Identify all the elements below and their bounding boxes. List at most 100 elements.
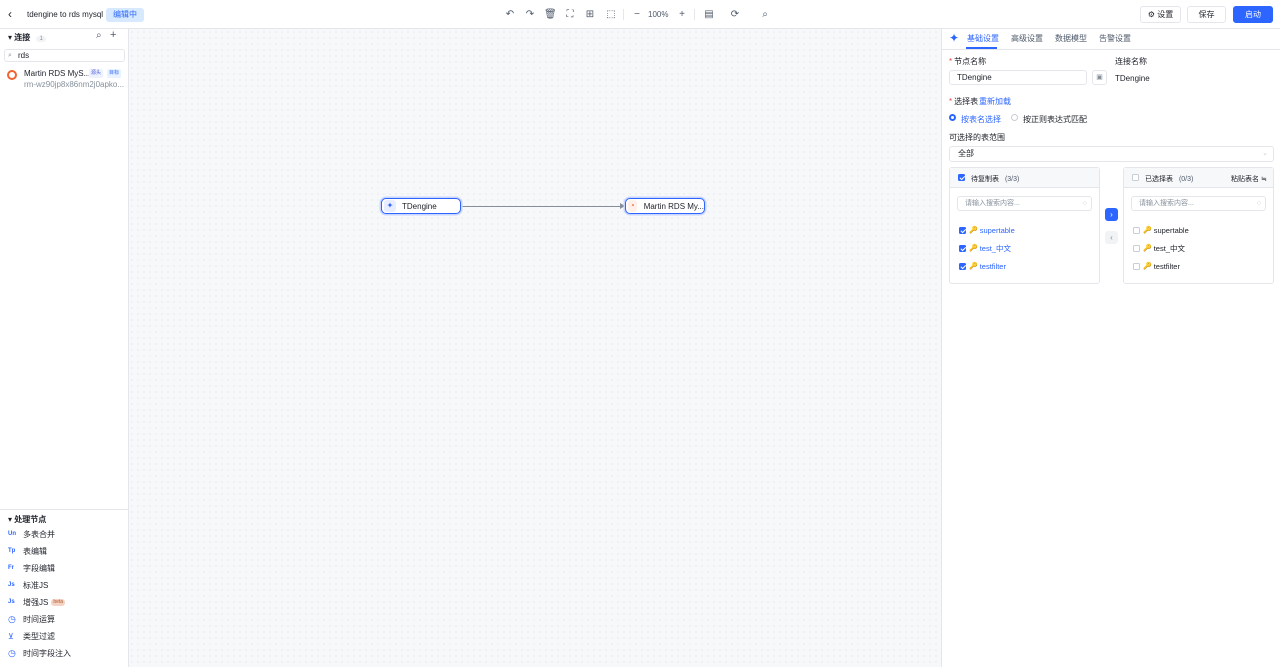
processing-item-time-calc[interactable]: ◷ 时间运算 [8, 612, 55, 626]
left-sidebar: ▾ 连接 1 ⌕ + ⌕ rds Martin RDS MyS... 源头 目标… [0, 29, 129, 667]
processing-item-time-field-inject[interactable]: ◷ 时间字段注入 [8, 646, 71, 660]
key-icon: 🔑 [969, 227, 978, 234]
radio-by-name-label[interactable]: 按表名选择 [961, 114, 1001, 125]
table-edit-icon: Tp [8, 548, 16, 554]
select-table-label-text: 选择表 [954, 97, 979, 106]
key-icon: 🔑 [969, 263, 978, 270]
top-toolbar: ‹ tdengine to rds mysql 编辑中 ↶ ↷ 🗑 ⛶ ⊞ ⬚ … [0, 0, 1280, 29]
table-range-select[interactable]: 全部 ⌄ [949, 146, 1274, 162]
tab-data-model[interactable]: 数据模型 [1055, 33, 1087, 44]
select-table-label: * 选择表 [949, 96, 978, 107]
redo-icon[interactable]: ↷ [524, 8, 536, 21]
table-row[interactable]: 🔑 test_中文 [959, 243, 1011, 253]
divider [694, 9, 695, 20]
connection-name: Martin RDS MyS... [24, 69, 91, 78]
connection-item[interactable]: Martin RDS MyS... 源头 目标 rm-wz90jp8x86nm2… [0, 65, 128, 91]
processing-item-table-edit[interactable]: Tp 表编辑 [8, 544, 47, 558]
radio-by-regex[interactable] [1011, 114, 1018, 121]
save-button[interactable]: 保存 [1187, 6, 1226, 23]
table-row[interactable]: 🔑 supertable [1133, 225, 1189, 235]
union-icon: Un [8, 531, 16, 537]
tab-basic[interactable]: 基础设置 [967, 33, 999, 44]
processing-item-label: 表编辑 [23, 546, 47, 556]
select-mode-icon[interactable]: ⬚ [605, 8, 617, 21]
chevron-left-icon[interactable]: ‹ [8, 8, 20, 21]
processing-header[interactable]: ▾ 处理节点 [8, 514, 46, 525]
node-name-input[interactable]: TDengine [949, 70, 1087, 85]
node-label: Martin RDS My... [643, 201, 704, 211]
filter-icon: ⊻ [8, 631, 14, 641]
list-count: (3/3) [1004, 176, 1020, 183]
zoom-out-icon[interactable]: − [631, 8, 643, 21]
processing-item-label: 字段编辑 [23, 563, 55, 573]
active-tab-indicator [966, 47, 997, 49]
zoom-in-icon[interactable]: + [676, 8, 688, 21]
copy-icon[interactable]: ▣ [1092, 70, 1107, 85]
processing-item-enhanced-js[interactable]: Js 增强JS beta [8, 595, 66, 609]
row-checkbox[interactable] [959, 244, 966, 252]
row-checkbox[interactable] [1133, 262, 1140, 270]
add-connection-icon[interactable]: + [110, 29, 116, 41]
divider [942, 49, 1280, 50]
table-row[interactable]: 🔑 testfilter [1133, 261, 1180, 271]
mysql-logo-icon: ◔ [628, 200, 637, 212]
paste-label: 粘贴表名 [1231, 176, 1259, 183]
selected-search-input[interactable]: 请输入搜索内容... ○ [1131, 196, 1266, 211]
settings-button[interactable]: ⚙ 设置 [1140, 6, 1181, 23]
target-node[interactable]: ◔ Martin RDS My... [625, 198, 705, 214]
row-checkbox[interactable] [1133, 244, 1140, 252]
undo-icon[interactable]: ↶ [504, 8, 516, 21]
divider [0, 509, 128, 510]
processing-title: 处理节点 [14, 515, 47, 524]
row-checkbox[interactable] [1133, 226, 1140, 234]
search-icon[interactable]: ⌕ [759, 8, 771, 21]
move-left-button[interactable]: ‹ [1105, 231, 1118, 244]
list-title: 待复制表 (3/3) [971, 174, 1019, 184]
delete-icon[interactable]: 🗑 [544, 8, 557, 21]
list-count: (0/3) [1178, 176, 1194, 183]
processing-item-label: 类型过滤 [23, 631, 55, 641]
reload-link[interactable]: 重新加载 [979, 96, 1011, 107]
processing-item-union[interactable]: Un 多表合并 [8, 527, 55, 541]
connection-search-input[interactable]: ⌕ rds [4, 49, 125, 62]
select-all-checkbox[interactable] [1132, 174, 1139, 181]
table-row[interactable]: 🔑 supertable [959, 225, 1015, 235]
paste-table-names-button[interactable]: 粘贴表名 ≒ [1231, 174, 1267, 184]
tab-advanced[interactable]: 高级设置 [1011, 33, 1043, 44]
source-tag: 源头 [89, 69, 104, 78]
radio-by-name[interactable] [949, 114, 956, 121]
caret-down-icon: ▾ [8, 515, 13, 524]
source-node[interactable]: ✦ TDengine [381, 198, 461, 214]
clipboard-icon[interactable]: ▤ [703, 8, 715, 21]
row-checkbox[interactable] [959, 226, 966, 234]
table-name: supertable [1153, 225, 1189, 235]
dag-canvas[interactable] [129, 29, 941, 667]
gear-icon: ⚙ [1147, 10, 1155, 19]
processing-item-standard-js[interactable]: Js 标准JS [8, 578, 48, 592]
auto-layout-icon[interactable]: ⊞ [584, 8, 596, 21]
connection-edge[interactable] [461, 206, 624, 207]
js-icon: Js [8, 599, 15, 605]
row-checkbox[interactable] [959, 262, 966, 270]
fit-view-icon[interactable]: ⛶ [564, 8, 576, 21]
key-icon: 🔑 [1143, 245, 1152, 252]
range-label: 可选择的表范围 [949, 133, 1005, 142]
refresh-icon[interactable]: ⟳ [729, 8, 741, 21]
source-search-input[interactable]: 请输入搜索内容... ○ [957, 196, 1092, 211]
zoom-level: 100% [648, 10, 669, 19]
task-name[interactable]: tdengine to rds mysql [27, 10, 103, 19]
processing-item-type-filter[interactable]: ⊻ 类型过滤 [8, 629, 55, 643]
connections-header[interactable]: ▾ 连接 1 [8, 32, 46, 43]
node-name-label-text: 节点名称 [954, 57, 987, 66]
tab-alerts[interactable]: 告警设置 [1099, 33, 1131, 44]
processing-item-field-edit[interactable]: Fr 字段编辑 [8, 561, 55, 575]
list-title-text: 待复制表 [971, 176, 999, 183]
table-row[interactable]: 🔑 testfilter [959, 261, 1006, 271]
move-right-button[interactable]: › [1105, 208, 1118, 221]
start-button[interactable]: 启动 [1233, 6, 1273, 23]
table-row[interactable]: 🔑 test_中文 [1133, 243, 1185, 253]
radio-by-regex-label[interactable]: 按正则表达式匹配 [1023, 114, 1087, 125]
select-all-checkbox[interactable] [958, 174, 965, 181]
search-icon[interactable]: ⌕ [96, 30, 102, 41]
field-edit-icon: Fr [8, 565, 14, 571]
